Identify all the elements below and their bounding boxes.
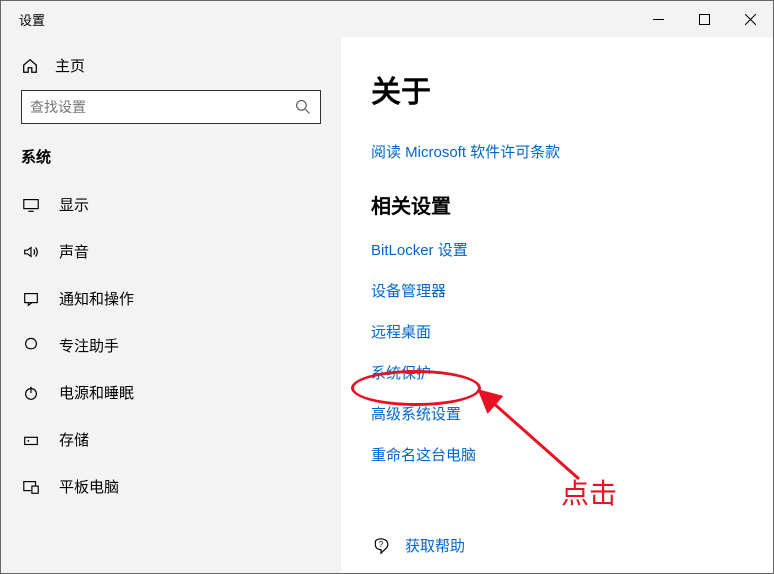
nav-list: 显示 声音 通知和操作: [1, 181, 341, 510]
category-heading: 系统: [1, 140, 341, 181]
get-help-link[interactable]: ? 获取帮助: [371, 535, 773, 556]
link-bitlocker[interactable]: BitLocker 设置: [371, 239, 468, 260]
help-icon: ?: [371, 536, 391, 556]
home-label: 主页: [55, 55, 85, 76]
feedback-link[interactable]: 提供反馈: [371, 570, 773, 573]
settings-window: 设置 主页: [0, 0, 774, 574]
focus-icon: [21, 336, 41, 356]
sidebar-item-label: 存储: [59, 429, 89, 450]
svg-text:?: ?: [379, 539, 384, 548]
help-label: 获取帮助: [405, 535, 465, 556]
sidebar-item-power[interactable]: 电源和睡眠: [1, 369, 341, 416]
sidebar-item-label: 显示: [59, 194, 89, 215]
sidebar-item-label: 声音: [59, 241, 89, 262]
sidebar: 主页 系统 显示: [1, 37, 341, 573]
footer-links: ? 获取帮助 提供反馈: [371, 535, 773, 573]
link-rename-pc[interactable]: 重命名这台电脑: [371, 444, 476, 465]
sidebar-item-storage[interactable]: 存储: [1, 416, 341, 463]
sidebar-item-tablet[interactable]: 平板电脑: [1, 463, 341, 510]
main-panel: 关于 阅读 Microsoft 软件许可条款 相关设置 BitLocker 设置…: [341, 37, 773, 573]
sidebar-item-sound[interactable]: 声音: [1, 228, 341, 275]
window-controls: [635, 1, 773, 37]
search-icon: [294, 98, 312, 116]
search-box[interactable]: [21, 90, 321, 124]
minimize-button[interactable]: [635, 1, 681, 37]
license-link[interactable]: 阅读 Microsoft 软件许可条款: [371, 141, 773, 162]
feedback-icon: [371, 571, 391, 574]
link-advanced-system-settings[interactable]: 高级系统设置: [371, 403, 461, 424]
window-body: 主页 系统 显示: [1, 37, 773, 573]
sidebar-item-notifications[interactable]: 通知和操作: [1, 275, 341, 322]
sidebar-item-focus[interactable]: 专注助手: [1, 322, 341, 369]
link-system-protection[interactable]: 系统保护: [371, 362, 431, 383]
home-icon: [21, 57, 39, 75]
link-remote-desktop[interactable]: 远程桌面: [371, 321, 431, 342]
sidebar-item-label: 专注助手: [59, 335, 119, 356]
search-input[interactable]: [30, 99, 294, 115]
link-device-manager[interactable]: 设备管理器: [371, 280, 446, 301]
feedback-label: 提供反馈: [405, 570, 465, 573]
display-icon: [21, 195, 41, 215]
home-link[interactable]: 主页: [1, 47, 341, 90]
titlebar: 设置: [1, 1, 773, 37]
sidebar-item-label: 平板电脑: [59, 476, 119, 497]
sidebar-item-label: 电源和睡眠: [59, 382, 134, 403]
sidebar-item-display[interactable]: 显示: [1, 181, 341, 228]
power-icon: [21, 383, 41, 403]
close-button[interactable]: [727, 1, 773, 37]
search-wrap: [1, 90, 341, 140]
sound-icon: [21, 242, 41, 262]
storage-icon: [21, 430, 41, 450]
maximize-button[interactable]: [681, 1, 727, 37]
page-title: 关于: [371, 67, 773, 111]
tablet-icon: [21, 477, 41, 497]
related-settings-heading: 相关设置: [371, 190, 773, 219]
sidebar-item-label: 通知和操作: [59, 288, 134, 309]
window-title: 设置: [19, 10, 45, 29]
notification-icon: [21, 289, 41, 309]
